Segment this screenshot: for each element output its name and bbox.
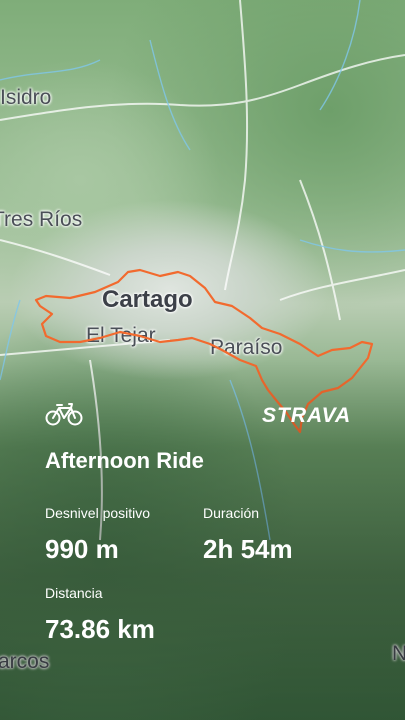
distance-value: 73.86 km	[45, 614, 155, 644]
bicycle-icon	[45, 402, 83, 426]
elevation-value: 990 m	[45, 534, 119, 564]
activity-title: Afternoon Ride	[45, 448, 204, 473]
duration-value: 2h 54m	[203, 534, 293, 564]
duration-label: Duración	[203, 505, 260, 521]
distance-label: Distancia	[45, 585, 103, 601]
elevation-label: Desnivel positivo	[45, 505, 151, 521]
strava-logo: STRAVA	[262, 404, 352, 427]
